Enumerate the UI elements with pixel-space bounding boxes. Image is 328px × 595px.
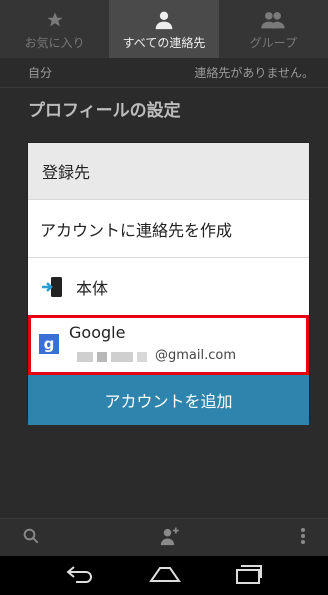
system-navigation-bar: [0, 556, 328, 595]
home-icon[interactable]: [148, 565, 182, 587]
create-option-label: アカウントに連絡先を作成: [40, 220, 233, 240]
google-account-option[interactable]: g Google @gmail.com: [28, 315, 309, 375]
google-account-icon: g: [39, 334, 59, 354]
no-contacts-label: 連絡先がありません。: [194, 66, 314, 80]
phone-storage-icon: [38, 273, 66, 301]
overflow-menu-icon[interactable]: [300, 527, 306, 549]
group-icon: [261, 8, 285, 32]
tab-groups[interactable]: グループ: [219, 0, 328, 58]
tab-bar: お気に入り すべての連絡先 グループ: [0, 0, 328, 58]
star-icon: [46, 8, 64, 32]
bottom-action-bar: [0, 518, 328, 556]
me-section-header: 自分 連絡先がありません。: [0, 58, 328, 88]
back-icon[interactable]: [64, 564, 96, 588]
tab-favorites[interactable]: お気に入り: [0, 0, 109, 58]
person-icon: [154, 8, 174, 32]
tab-all-contacts[interactable]: すべての連絡先: [109, 0, 219, 58]
dialog-title: 登録先: [28, 143, 309, 199]
save-to-account-dialog: 登録先 アカウントに連絡先を作成 本体 g Google @gmail.com …: [28, 143, 309, 425]
search-icon[interactable]: [22, 527, 40, 549]
tab-favorites-label: お気に入り: [24, 36, 85, 50]
google-account-name: Google: [69, 323, 126, 342]
tab-all-contacts-label: すべての連絡先: [122, 36, 206, 50]
create-contact-in-account-option[interactable]: アカウントに連絡先を作成: [28, 199, 309, 257]
google-account-email: @gmail.com: [155, 348, 237, 363]
device-storage-option[interactable]: 本体: [28, 257, 309, 315]
add-account-button[interactable]: アカウントを追加: [28, 375, 309, 425]
add-account-button-label: アカウントを追加: [104, 392, 233, 411]
device-option-label: 本体: [76, 278, 109, 298]
redacted-email-mosaic: [77, 352, 147, 362]
me-label: 自分: [28, 66, 53, 80]
recent-apps-icon[interactable]: [234, 563, 264, 589]
profile-setup-item[interactable]: プロフィールの設定: [28, 96, 181, 121]
add-contact-icon[interactable]: [159, 526, 181, 550]
tab-groups-label: グループ: [249, 36, 297, 50]
